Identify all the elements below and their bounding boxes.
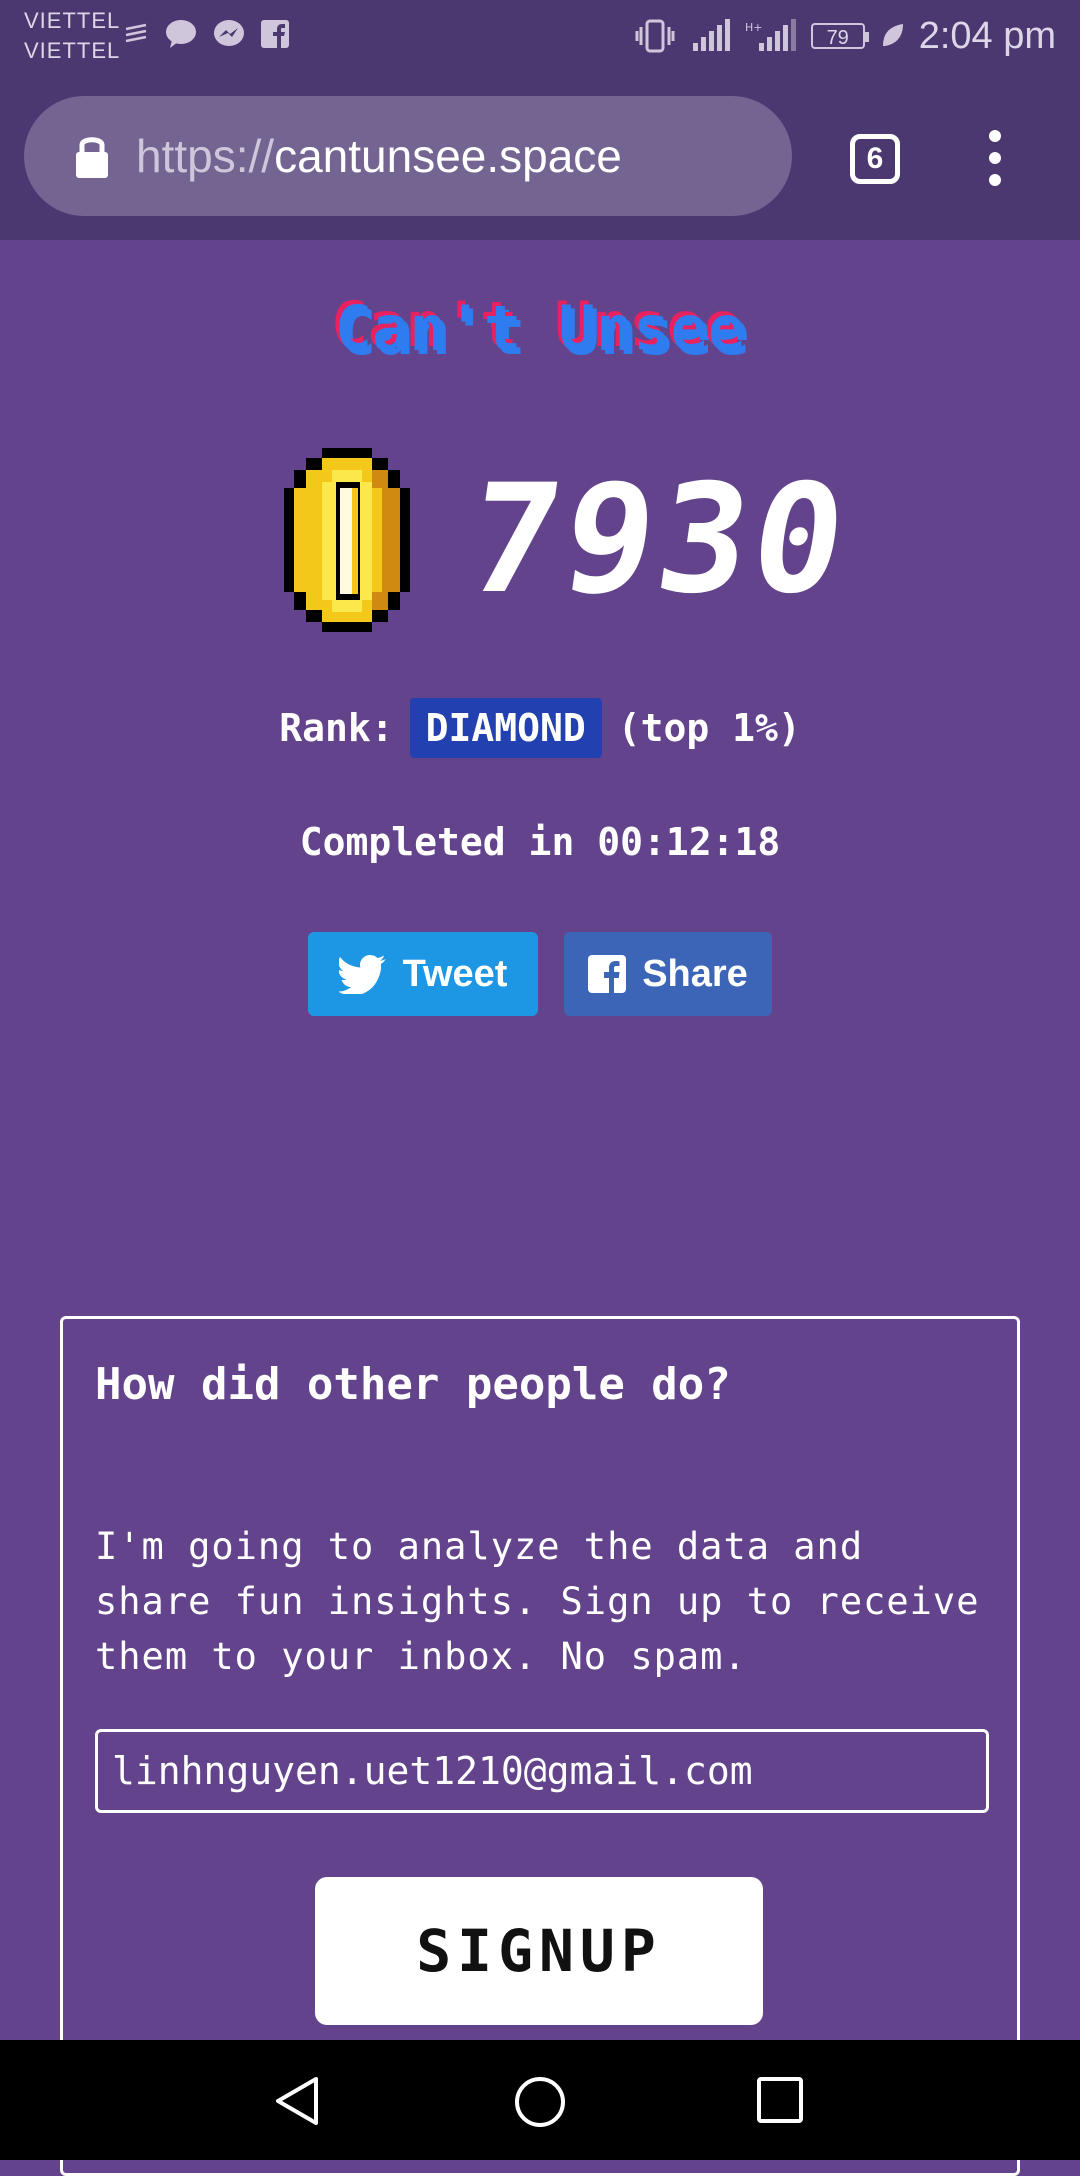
- tweet-button[interactable]: Tweet: [308, 932, 538, 1016]
- rank-badge: DIAMOND: [409, 698, 602, 758]
- clock: 2:04 pm: [918, 14, 1056, 57]
- score-value: 7930: [457, 453, 860, 627]
- recent-apps-icon[interactable]: [756, 2076, 804, 2124]
- tweet-label: Tweet: [402, 952, 508, 995]
- battery-icon: 79: [810, 23, 869, 49]
- address-bar[interactable]: https://cantunsee.space: [24, 96, 792, 216]
- vibrate-icon: [635, 19, 675, 53]
- rank-label: Rank:: [279, 706, 394, 750]
- card-body: I'm going to analyze the data and share …: [95, 1525, 980, 1678]
- browser-toolbar: https://cantunsee.space 6: [0, 72, 1080, 240]
- messenger-icon: [214, 20, 244, 46]
- facebook-icon: [588, 955, 627, 993]
- facebook-share-button[interactable]: Share: [564, 932, 772, 1016]
- lock-icon: [76, 137, 108, 178]
- notification-icons: [124, 18, 290, 50]
- email-field[interactable]: [95, 1729, 989, 1813]
- coin-icon: [278, 448, 416, 632]
- carrier-1: VIETTEL: [24, 8, 121, 33]
- carrier-labels: VIETTEL VIETTEL: [24, 6, 120, 66]
- data-saver-icon: [125, 23, 147, 43]
- facebook-icon: [261, 20, 289, 48]
- rank-percentile: (top 1%): [617, 706, 801, 750]
- completion-time: Completed in 00:12:18: [299, 820, 781, 864]
- share-label: Share: [642, 952, 748, 995]
- svg-text:H+: H+: [745, 21, 763, 34]
- tab-switcher-button[interactable]: 6: [850, 134, 900, 184]
- menu-dot-icon: [989, 130, 1001, 142]
- status-right: H+ 79 2:04 pm: [633, 0, 1056, 72]
- menu-dot-icon: [989, 152, 1001, 164]
- page-title: Can't Unsee: [334, 292, 746, 365]
- menu-dot-icon: [989, 174, 1001, 186]
- system-nav-bar: [0, 2040, 1080, 2160]
- message-icon: [166, 20, 196, 48]
- url-host: cantunsee.space: [274, 130, 622, 182]
- rank-line: Rank: DIAMOND (top 1%): [0, 698, 1080, 758]
- carrier-2: VIETTEL: [24, 38, 121, 63]
- overflow-menu-button[interactable]: [980, 130, 1010, 190]
- signal-h-plus-icon: H+: [745, 19, 796, 51]
- signup-button[interactable]: SIGNUP: [315, 1877, 763, 2025]
- status-bar: VIETTEL VIETTEL H+ 79 2:04 pm: [0, 0, 1080, 72]
- back-icon[interactable]: [272, 2076, 322, 2126]
- url-scheme: https://: [136, 130, 275, 182]
- card-heading: How did other people do?: [95, 1359, 731, 1410]
- home-icon[interactable]: [514, 2076, 566, 2128]
- signal-icon: [692, 19, 730, 51]
- leaf-icon: [882, 24, 903, 46]
- twitter-icon: [338, 955, 386, 994]
- url-text: https://cantunsee.space: [136, 129, 622, 183]
